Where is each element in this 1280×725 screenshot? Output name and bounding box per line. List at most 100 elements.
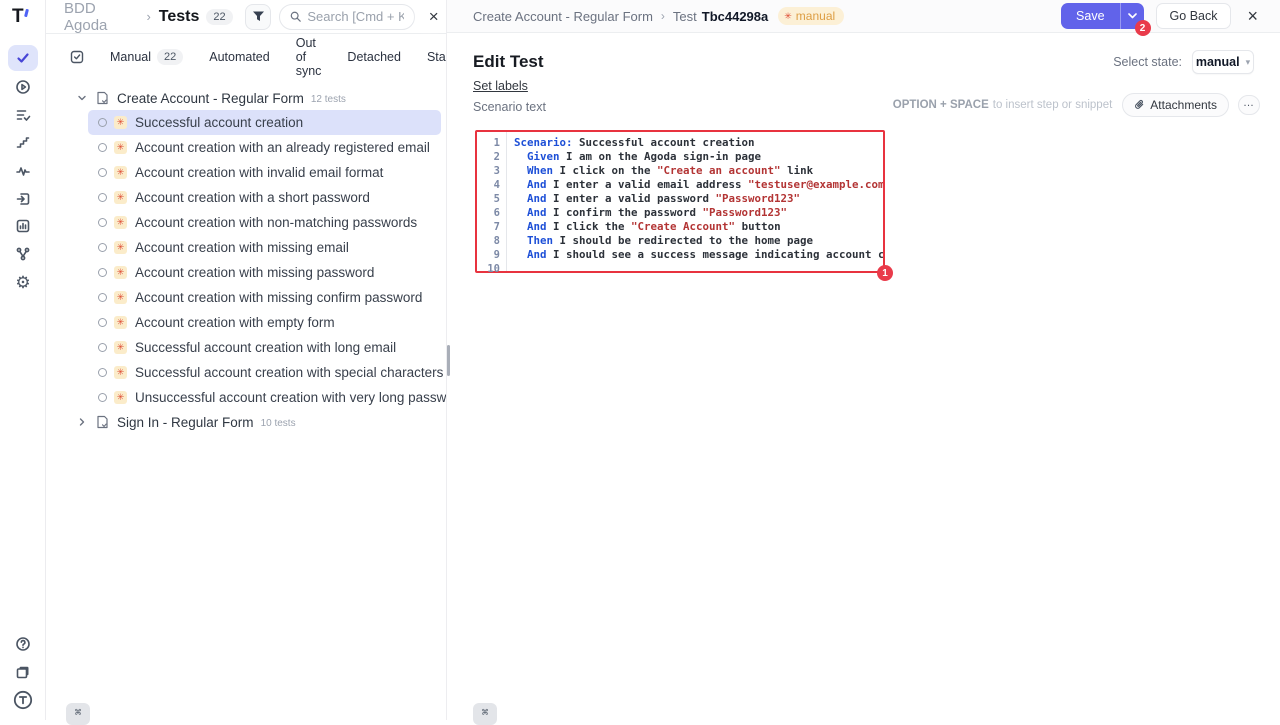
test-title[interactable]: Account creation with empty form xyxy=(135,315,335,330)
app-logo[interactable]: T xyxy=(12,6,24,28)
tab-out-of-sync[interactable]: Out of sync xyxy=(296,36,322,78)
detail-breadcrumb-parent[interactable]: Create Account - Regular Form xyxy=(473,9,653,24)
test-status-circle-icon[interactable] xyxy=(98,118,107,127)
panel-close-icon[interactable]: × xyxy=(1247,7,1258,25)
tab-automated[interactable]: Automated xyxy=(209,50,269,64)
tab-manual[interactable]: Manual22 xyxy=(110,49,183,65)
save-button[interactable]: Save xyxy=(1061,3,1121,29)
test-status-circle-icon[interactable] xyxy=(98,193,107,202)
test-title[interactable]: Successful account creation with long em… xyxy=(135,340,396,355)
test-status-circle-icon[interactable] xyxy=(98,243,107,252)
set-labels-link[interactable]: Set labels xyxy=(473,79,528,93)
test-title[interactable]: Account creation with invalid email form… xyxy=(135,165,383,180)
settings-gear-icon[interactable]: ⚙ xyxy=(8,269,38,295)
test-row[interactable]: ✳Account creation with non-matching pass… xyxy=(88,210,441,235)
line-number: 2 xyxy=(477,150,506,164)
test-title[interactable]: Successful account creation with special… xyxy=(135,365,494,380)
test-title[interactable]: Account creation with non-matching passw… xyxy=(135,215,417,230)
breadcrumb-project[interactable]: BDD Agoda xyxy=(64,0,138,34)
test-status-circle-icon[interactable] xyxy=(98,143,107,152)
scenario-editor[interactable]: 12345678910 Scenario: Successful account… xyxy=(475,130,885,273)
editor-code[interactable]: Scenario: Successful account creation Gi… xyxy=(507,132,883,271)
filter-button[interactable] xyxy=(245,4,272,30)
test-plans-icon[interactable] xyxy=(8,102,38,128)
search-close-icon[interactable]: × xyxy=(421,4,446,30)
test-row[interactable]: ✳Successful account creation with long e… xyxy=(88,335,441,360)
line-number: 4 xyxy=(477,178,506,192)
save-split-button[interactable]: Save 2 xyxy=(1061,3,1144,29)
suite-name[interactable]: Sign In - Regular Form xyxy=(117,415,254,430)
test-row[interactable]: ✳Successful account creation with specia… xyxy=(88,360,441,385)
code-line[interactable]: And I confirm the password "Password123" xyxy=(514,206,883,220)
suite-name[interactable]: Create Account - Regular Form xyxy=(117,91,304,106)
test-row[interactable]: ✳Account creation with an already regist… xyxy=(88,135,441,160)
scrollbar-thumb[interactable] xyxy=(447,345,450,376)
test-row[interactable]: ✳ Account creation with invalid email for… xyxy=(88,160,441,185)
attachments-button[interactable]: Attachments xyxy=(1122,93,1229,117)
tab-label: Automated xyxy=(209,50,269,64)
more-options-button[interactable]: … xyxy=(1238,95,1260,115)
search-input[interactable] xyxy=(307,9,404,24)
test-row[interactable]: ✳Successful account creation xyxy=(88,110,441,135)
code-line[interactable]: And I should see a success message indic… xyxy=(514,248,883,262)
code-line[interactable]: Scenario: Successful account creation xyxy=(514,136,883,150)
logo-badge-icon[interactable] xyxy=(8,687,38,713)
tests-icon[interactable] xyxy=(8,45,38,71)
tab-label: Manual xyxy=(110,50,151,64)
chevron-right-icon[interactable] xyxy=(76,417,88,427)
test-status-circle-icon[interactable] xyxy=(98,368,107,377)
manual-test-icon: ✳ xyxy=(114,166,127,179)
test-row[interactable]: ✳Account creation with empty form xyxy=(88,310,441,335)
line-number: 9 xyxy=(477,248,506,262)
projects-icon[interactable] xyxy=(8,659,38,685)
manual-test-icon: ✳ xyxy=(114,391,127,404)
test-status-circle-icon[interactable] xyxy=(98,318,107,327)
test-row[interactable]: ✳Unsuccessful account creation with very… xyxy=(88,385,441,410)
reports-icon[interactable] xyxy=(8,213,38,239)
test-title[interactable]: Account creation with missing email xyxy=(135,240,349,255)
code-line[interactable]: And I enter a valid password "Password12… xyxy=(514,192,883,206)
test-status-circle-icon[interactable] xyxy=(98,393,107,402)
scenario-text-label: Scenario text xyxy=(473,100,546,114)
test-title[interactable]: Account creation with missing confirm pa… xyxy=(135,290,422,305)
select-all-icon[interactable] xyxy=(70,50,84,64)
test-title[interactable]: Unsuccessful account creation with very … xyxy=(135,390,466,405)
code-line[interactable]: Then I should be redirected to the home … xyxy=(514,234,883,248)
go-back-button[interactable]: Go Back xyxy=(1156,3,1232,29)
code-line[interactable]: And I click the "Create Account" button xyxy=(514,220,883,234)
test-title[interactable]: Account creation with an already registe… xyxy=(135,140,430,155)
command-shortcut-chip[interactable]: ⌘ xyxy=(66,703,90,725)
command-shortcut-chip[interactable]: ⌘ xyxy=(473,703,497,725)
test-status-circle-icon[interactable] xyxy=(98,168,107,177)
runs-icon[interactable] xyxy=(8,74,38,100)
suite-row[interactable]: Create Account - Regular Form12 tests xyxy=(46,86,446,110)
pulse-icon[interactable] xyxy=(8,158,38,184)
test-row[interactable]: ✳Account creation with missing password xyxy=(88,260,441,285)
code-line[interactable] xyxy=(514,262,883,271)
test-title[interactable]: Successful account creation xyxy=(135,115,303,130)
test-row[interactable]: ✳Account creation with a short password xyxy=(88,185,441,210)
test-row[interactable]: ✳Account creation with missing email xyxy=(88,235,441,260)
code-line[interactable]: Given I am on the Agoda sign-in page xyxy=(514,150,883,164)
search-box[interactable] xyxy=(279,4,415,30)
chevron-down-icon[interactable] xyxy=(76,93,88,103)
test-status-circle-icon[interactable] xyxy=(98,268,107,277)
suite-file-icon xyxy=(96,91,109,105)
suite-row[interactable]: Sign In - Regular Form10 tests xyxy=(46,410,446,434)
tab-detached[interactable]: Detached xyxy=(347,50,401,64)
test-row[interactable]: ✳Account creation with missing confirm p… xyxy=(88,285,441,310)
help-icon[interactable] xyxy=(8,631,38,657)
code-line[interactable]: When I click on the "Create an account" … xyxy=(514,164,883,178)
header-actions: Save 2 Go Back × xyxy=(1061,3,1258,29)
state-dropdown[interactable]: manual ▾ xyxy=(1192,50,1254,74)
test-status-circle-icon[interactable] xyxy=(98,293,107,302)
test-title[interactable]: Account creation with missing password xyxy=(135,265,374,280)
steps-icon[interactable] xyxy=(8,130,38,156)
test-title[interactable]: Account creation with a short password xyxy=(135,190,370,205)
code-line[interactable]: And I enter a valid email address "testu… xyxy=(514,178,883,192)
test-status-circle-icon[interactable] xyxy=(98,343,107,352)
branches-icon[interactable] xyxy=(8,241,38,267)
import-icon[interactable] xyxy=(8,186,38,212)
test-status-circle-icon[interactable] xyxy=(98,218,107,227)
breadcrumb-section[interactable]: Tests xyxy=(159,8,200,26)
